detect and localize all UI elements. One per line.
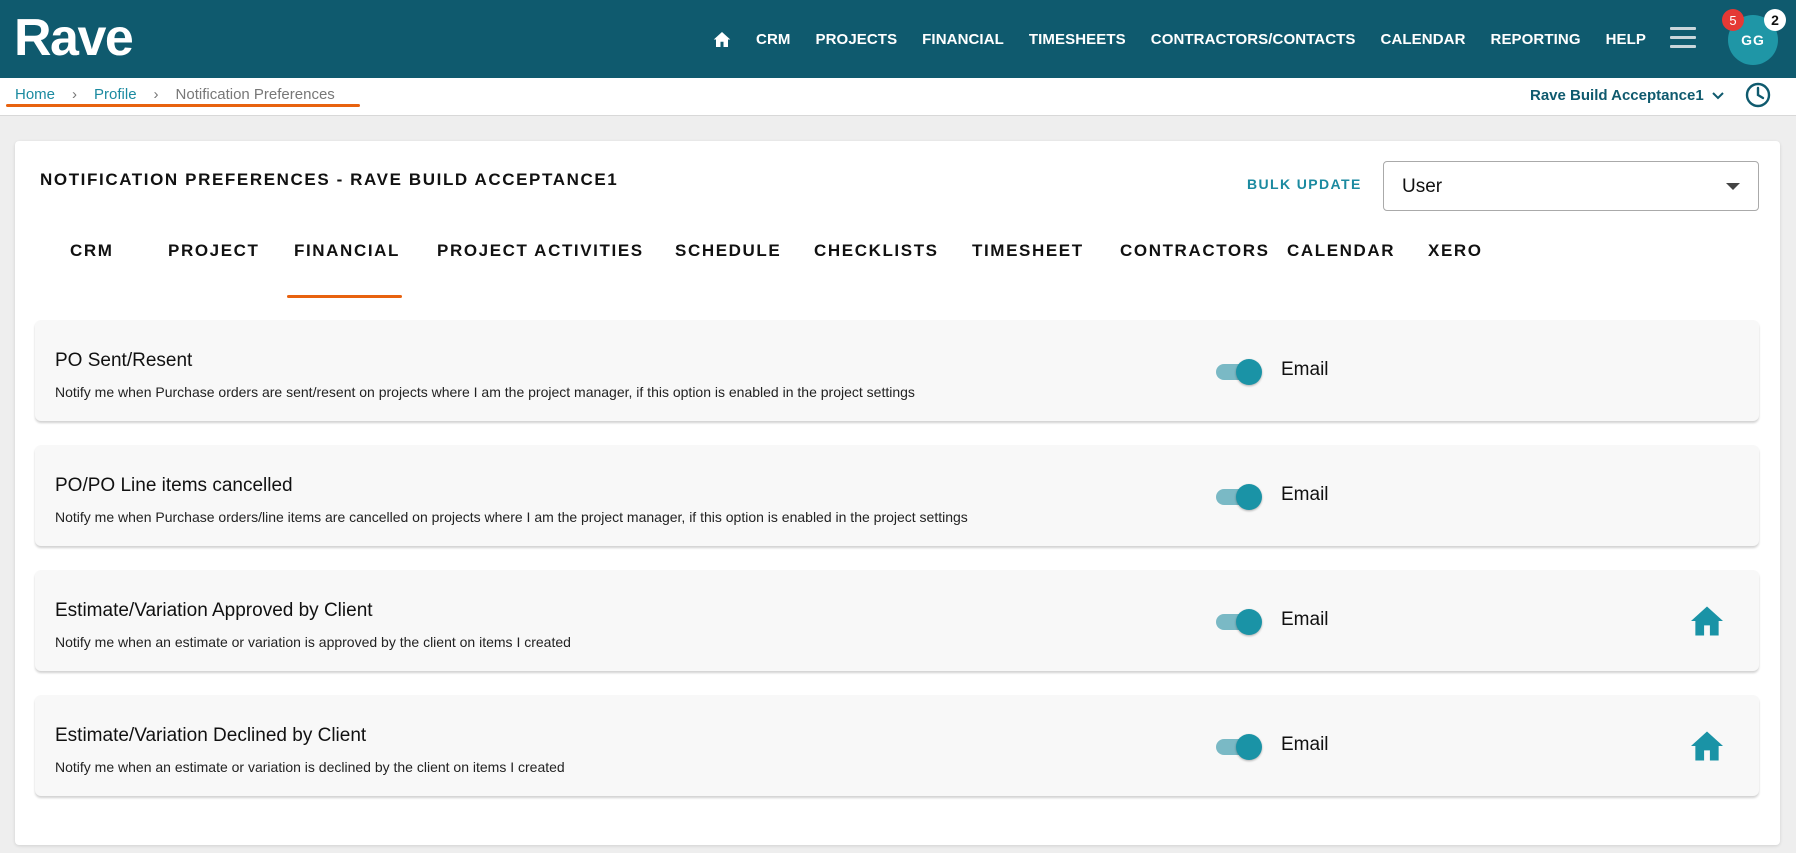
top-navigation-bar: Rave CRM PROJECTS FINANCIAL TIMESHEETS C…	[0, 0, 1796, 78]
chevron-right-icon: ›	[153, 86, 159, 103]
chevron-right-icon: ›	[72, 86, 78, 103]
tab-xero[interactable]: XERO	[1428, 241, 1483, 261]
company-name: Rave Build Acceptance1	[1530, 87, 1704, 104]
preference-description: Notify me when an estimate or variation …	[55, 759, 565, 775]
hamburger-menu-icon[interactable]	[1670, 27, 1696, 49]
tab-schedule[interactable]: SCHEDULE	[675, 241, 781, 261]
email-toggle[interactable]	[1216, 356, 1262, 386]
breadcrumb: Home › Profile › Notification Preference…	[15, 86, 335, 103]
bulk-update-button[interactable]: BULK UPDATE	[1247, 176, 1362, 192]
breadcrumb-home-link[interactable]: Home	[15, 86, 55, 103]
preference-row: PO/PO Line items cancelled Notify me whe…	[35, 445, 1759, 546]
active-tab-indicator	[287, 295, 402, 298]
clock-icon[interactable]	[1744, 81, 1772, 114]
nav-item-projects[interactable]: PROJECTS	[816, 31, 898, 48]
nav-item-contractors-contacts[interactable]: CONTRACTORS/CONTACTS	[1151, 31, 1356, 48]
channel-label: Email	[1281, 359, 1329, 380]
scope-select[interactable]: User	[1383, 161, 1759, 211]
nav-item-reporting[interactable]: REPORTING	[1491, 31, 1581, 48]
email-toggle[interactable]	[1216, 606, 1262, 636]
tab-calendar[interactable]: CALENDAR	[1287, 241, 1395, 261]
tab-checklists[interactable]: CHECKLISTS	[814, 241, 939, 261]
preference-description: Notify me when an estimate or variation …	[55, 634, 571, 650]
home-icon[interactable]	[1689, 605, 1725, 642]
email-toggle[interactable]	[1216, 731, 1262, 761]
home-icon[interactable]	[713, 31, 731, 48]
preference-title: PO Sent/Resent	[55, 350, 193, 371]
nav-item-crm[interactable]: CRM	[756, 31, 790, 48]
nav-item-financial[interactable]: FINANCIAL	[922, 31, 1004, 48]
preference-title: Estimate/Variation Approved by Client	[55, 600, 373, 621]
preference-row: Estimate/Variation Approved by Client No…	[35, 570, 1759, 671]
company-selector[interactable]: Rave Build Acceptance1	[1530, 87, 1724, 104]
page-title: NOTIFICATION PREFERENCES - RAVE BUILD AC…	[40, 170, 619, 189]
nav-item-timesheets[interactable]: TIMESHEETS	[1029, 31, 1126, 48]
breadcrumb-bar: Home › Profile › Notification Preference…	[0, 78, 1796, 116]
tab-timesheet[interactable]: TIMESHEET	[972, 241, 1084, 261]
preference-row: PO Sent/Resent Notify me when Purchase o…	[35, 320, 1759, 421]
preference-description: Notify me when Purchase orders/line item…	[55, 509, 968, 525]
breadcrumb-underline	[6, 104, 360, 107]
channel-label: Email	[1281, 734, 1329, 755]
tab-project[interactable]: PROJECT	[168, 241, 260, 261]
nav-item-calendar[interactable]: CALENDAR	[1381, 31, 1466, 48]
preference-title: PO/PO Line items cancelled	[55, 475, 293, 496]
channel-label: Email	[1281, 609, 1329, 630]
preference-description: Notify me when Purchase orders are sent/…	[55, 384, 915, 400]
preference-title: Estimate/Variation Declined by Client	[55, 725, 367, 746]
dropdown-caret-icon	[1726, 183, 1740, 190]
email-toggle[interactable]	[1216, 481, 1262, 511]
scope-select-value: User	[1402, 176, 1443, 197]
tab-project-activities[interactable]: PROJECT ACTIVITIES	[437, 241, 644, 261]
preference-row: Estimate/Variation Declined by Client No…	[35, 695, 1759, 796]
secondary-count-badge[interactable]: 2	[1764, 9, 1786, 31]
main-nav: CRM PROJECTS FINANCIAL TIMESHEETS CONTRA…	[713, 0, 1646, 78]
notification-preferences-card: NOTIFICATION PREFERENCES - RAVE BUILD AC…	[15, 141, 1780, 845]
tab-financial[interactable]: FINANCIAL	[294, 241, 400, 261]
app-logo[interactable]: Rave	[14, 8, 134, 68]
tab-contractors[interactable]: CONTRACTORS	[1120, 241, 1270, 261]
home-icon[interactable]	[1689, 730, 1725, 767]
tab-crm[interactable]: CRM	[70, 241, 114, 261]
chevron-down-icon	[1711, 91, 1724, 99]
breadcrumb-profile-link[interactable]: Profile	[94, 86, 137, 103]
nav-item-help[interactable]: HELP	[1606, 31, 1646, 48]
breadcrumb-current: Notification Preferences	[175, 86, 335, 103]
notification-badge[interactable]: 5	[1722, 9, 1744, 31]
channel-label: Email	[1281, 484, 1329, 505]
